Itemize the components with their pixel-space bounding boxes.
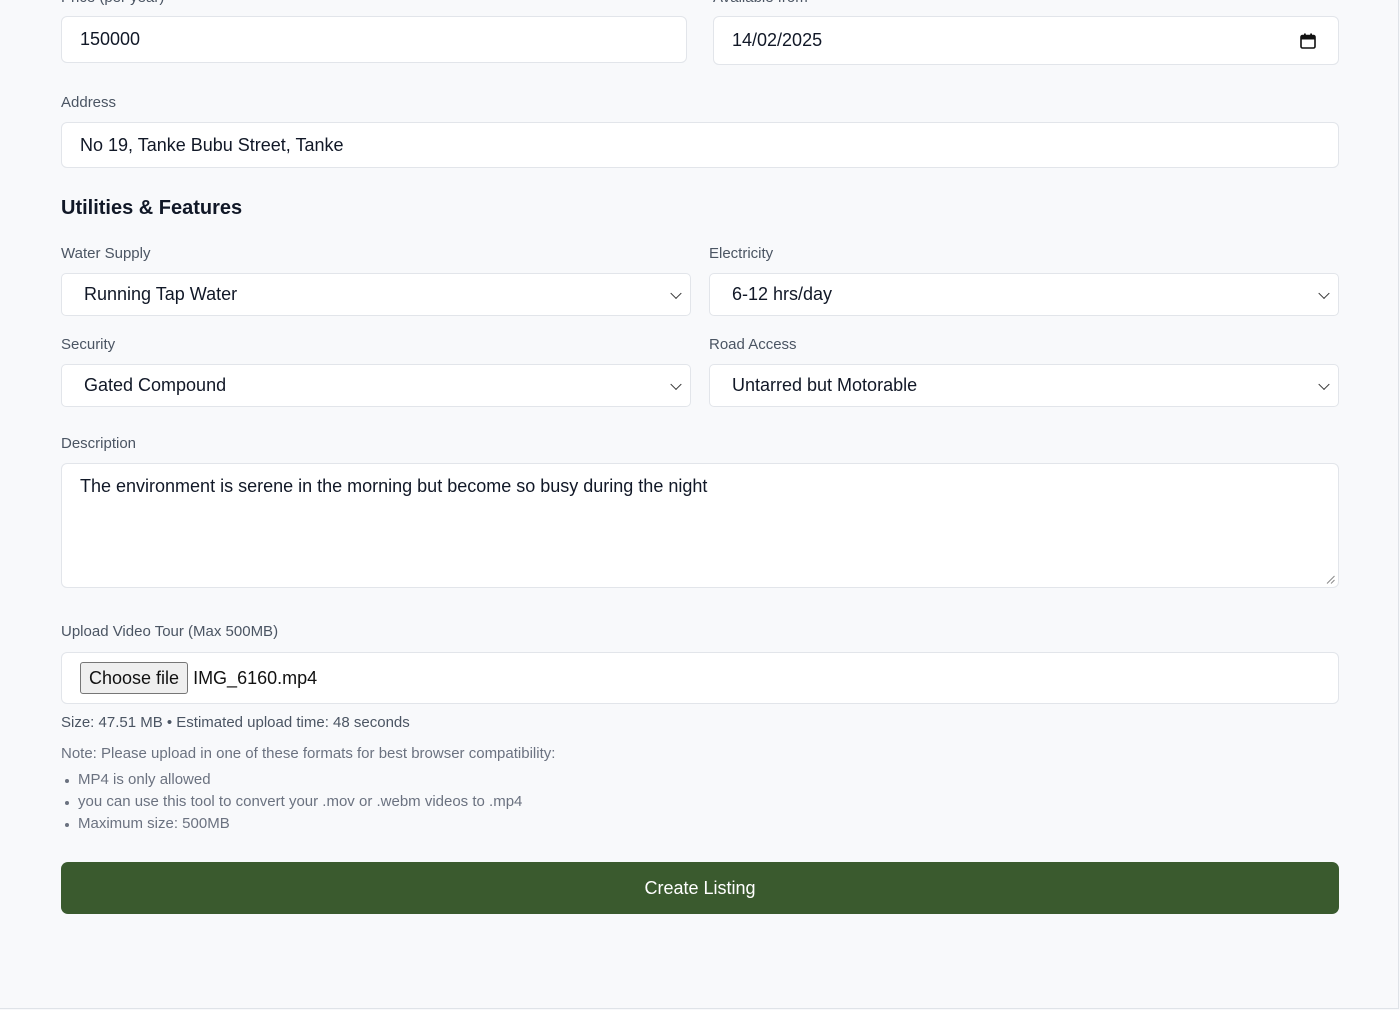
water-supply-select[interactable]: Running Tap Water bbox=[61, 273, 691, 316]
video-upload-label: Upload Video Tour (Max 500MB) bbox=[61, 623, 279, 640]
chevron-down-icon bbox=[1318, 378, 1330, 390]
road-access-label: Road Access bbox=[709, 336, 797, 353]
price-input[interactable]: 150000 bbox=[61, 16, 687, 63]
description-label: Description bbox=[61, 435, 137, 452]
price-label: Price (per year) bbox=[61, 0, 461, 8]
electricity-label: Electricity bbox=[709, 245, 774, 262]
water-supply-label: Water Supply bbox=[61, 245, 151, 262]
resize-handle-icon[interactable] bbox=[1326, 575, 1335, 584]
create-listing-button[interactable]: Create Listing bbox=[61, 862, 1339, 914]
address-label: Address bbox=[61, 94, 117, 111]
security-label: Security bbox=[61, 336, 116, 353]
available-from-label: Available from bbox=[713, 0, 1113, 8]
price-value: 150000 bbox=[80, 29, 141, 49]
list-item: you can use this tool to convert your .m… bbox=[61, 791, 522, 813]
calendar-icon[interactable] bbox=[1300, 33, 1316, 49]
electricity-selected: 6-12 hrs/day bbox=[732, 284, 833, 304]
address-input[interactable]: No 19, Tanke Bubu Street, Tanke bbox=[61, 122, 1339, 168]
road-access-selected: Untarred but Motorable bbox=[732, 375, 918, 395]
chevron-down-icon bbox=[1318, 287, 1330, 299]
chevron-down-icon bbox=[670, 287, 682, 299]
chevron-down-icon bbox=[670, 378, 682, 390]
electricity-select[interactable]: 6-12 hrs/day bbox=[709, 273, 1339, 316]
format-note-list: MP4 is only allowed you can use this too… bbox=[61, 769, 522, 835]
format-note: Note: Please upload in one of these form… bbox=[61, 745, 556, 762]
address-value: No 19, Tanke Bubu Street, Tanke bbox=[80, 134, 344, 155]
water-supply-selected: Running Tap Water bbox=[84, 284, 238, 304]
available-from-input[interactable]: 14/02/2025 bbox=[713, 16, 1339, 65]
list-item: MP4 is only allowed bbox=[61, 769, 522, 791]
security-select[interactable]: Gated Compound bbox=[61, 364, 691, 407]
description-value: The environment is serene in the morning… bbox=[80, 476, 708, 496]
file-size-info: Size: 47.51 MB • Estimated upload time: … bbox=[61, 714, 410, 731]
security-selected: Gated Compound bbox=[84, 375, 227, 395]
available-from-value: 14/02/2025 bbox=[732, 30, 823, 50]
road-access-select[interactable]: Untarred but Motorable bbox=[709, 364, 1339, 407]
list-item: Maximum size: 500MB bbox=[61, 813, 522, 835]
choose-file-button[interactable]: Choose file bbox=[80, 662, 189, 694]
video-file-input[interactable]: Choose file IMG_6160.mp4 bbox=[61, 652, 1339, 704]
description-textarea[interactable]: The environment is serene in the morning… bbox=[61, 463, 1339, 588]
selected-file-name: IMG_6160.mp4 bbox=[193, 667, 318, 688]
utilities-section-title: Utilities & Features bbox=[61, 197, 243, 219]
